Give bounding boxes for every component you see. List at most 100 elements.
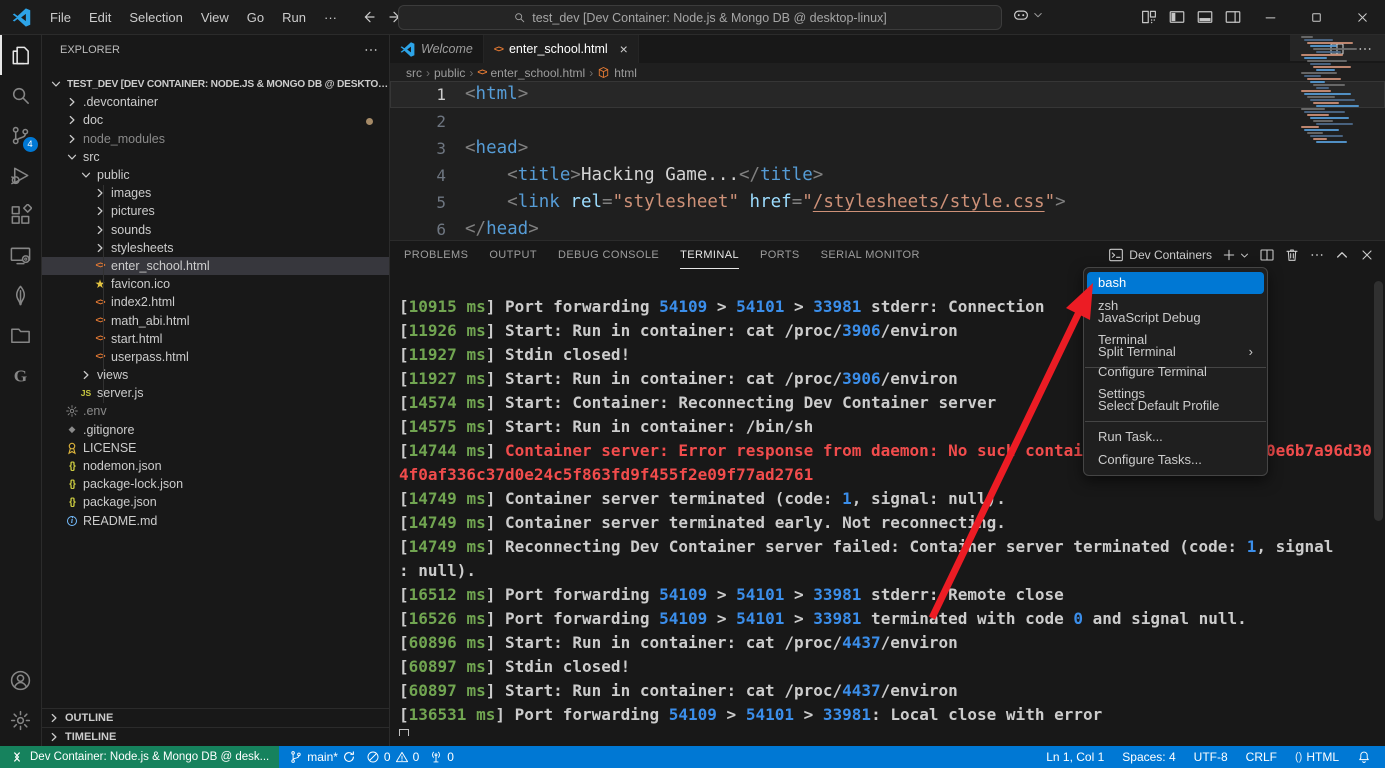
terminal-line: [14749 ms] Reconnecting Dev Container se… (399, 535, 1375, 559)
breadcrumb-html[interactable]: html (597, 66, 637, 80)
tree-item-gitignore[interactable]: ◆.gitignore (42, 421, 389, 439)
breadcrumb-enter-school-html[interactable]: <>enter_school.html (477, 66, 585, 80)
toggle-sidebar-icon[interactable] (1168, 8, 1186, 26)
split-terminal-icon[interactable] (1259, 247, 1275, 263)
ports-indicator[interactable]: 0 (429, 750, 454, 764)
activity-search[interactable] (0, 75, 42, 115)
tree-item-pictures[interactable]: pictures (42, 202, 389, 220)
tree-item-server-js[interactable]: JSserver.js (42, 384, 389, 402)
tree-item-sounds[interactable]: sounds (42, 221, 389, 239)
tree-item-devcontainer[interactable]: .devcontainer (42, 93, 389, 111)
tree-item-math-abi-html[interactable]: <>math_abi.html (42, 311, 389, 329)
plus-icon (1221, 247, 1237, 263)
activity-mongodb[interactable] (0, 275, 42, 315)
tree-item-nodemon-json[interactable]: {}nodemon.json (42, 457, 389, 475)
activity-explorer[interactable] (0, 35, 42, 75)
tree-item-index2-html[interactable]: <>index2.html (42, 293, 389, 311)
tree-item-root[interactable]: TEST_DEV [DEV CONTAINER: NODE.JS & MONGO… (42, 75, 389, 93)
panel-more-icon[interactable] (1309, 247, 1325, 263)
dropdown-item-configure-terminal-settings[interactable]: Configure Terminal Settings (1087, 372, 1264, 394)
encoding[interactable]: UTF-8 (1194, 750, 1228, 764)
terminal-icon (1108, 247, 1124, 263)
toggle-secondary-sidebar-icon[interactable] (1224, 8, 1242, 26)
tree-item-userpass-html[interactable]: <>userpass.html (42, 348, 389, 366)
section-outline[interactable]: OUTLINE (42, 708, 389, 727)
kill-terminal-icon[interactable] (1284, 247, 1300, 263)
bell-icon[interactable] (1357, 750, 1371, 764)
close-tab-icon[interactable]: × (620, 42, 628, 56)
maximize-button[interactable] (1293, 0, 1339, 34)
tree-item-doc[interactable]: doc (42, 111, 389, 129)
tree-item-start-html[interactable]: <>start.html (42, 330, 389, 348)
toggle-panel-icon[interactable] (1196, 8, 1214, 26)
menu-view[interactable]: View (192, 6, 238, 29)
tree-item-license[interactable]: LICENSE (42, 439, 389, 457)
dropdown-item-javascript-debug-terminal[interactable]: JavaScript Debug Terminal (1087, 318, 1264, 340)
activity-settings[interactable] (0, 700, 42, 740)
tree-item-stylesheets[interactable]: stylesheets (42, 239, 389, 257)
tab-welcome[interactable]: Welcome (390, 35, 484, 63)
breadcrumb-separator: › (426, 66, 430, 80)
menu-edit[interactable]: Edit (80, 6, 120, 29)
breadcrumb-public[interactable]: public (434, 66, 465, 80)
terminal-profile[interactable]: Dev Containers (1108, 247, 1212, 263)
tree-item-package-lock-json[interactable]: {}package-lock.json (42, 475, 389, 493)
tree-item-src[interactable]: src (42, 148, 389, 166)
activity-source-control[interactable]: 4 (0, 115, 42, 155)
dropdown-item-run-task[interactable]: Run Task... (1087, 426, 1264, 448)
customize-layout-icon[interactable] (1140, 8, 1158, 26)
tree-item-package-json[interactable]: {}package.json (42, 493, 389, 511)
menu-selection[interactable]: Selection (120, 6, 191, 29)
panel-tab-serial-monitor[interactable]: SERIAL MONITOR (821, 241, 920, 269)
branch-indicator[interactable]: main* (289, 750, 356, 764)
problems-indicator[interactable]: 0 0 (366, 750, 419, 764)
panel-tab-output[interactable]: OUTPUT (489, 241, 537, 269)
new-terminal-button[interactable] (1221, 247, 1250, 263)
breadcrumb-src[interactable]: src (406, 66, 422, 80)
dropdown-item-bash[interactable]: bash (1087, 272, 1264, 294)
tab-enter-school-html[interactable]: <>enter_school.html× (484, 35, 639, 63)
menu-go[interactable]: Go (238, 6, 273, 29)
activity-project-folder[interactable] (0, 315, 42, 355)
tree-item-enter-school-html[interactable]: <>enter_school.html (42, 257, 389, 275)
section-timeline[interactable]: TIMELINE (42, 727, 389, 746)
activity-accounts[interactable] (0, 660, 42, 700)
tree-item-images[interactable]: images (42, 184, 389, 202)
tree-item-public[interactable]: public (42, 166, 389, 184)
maximize-panel-icon[interactable] (1334, 247, 1350, 263)
activity-remote-explorer[interactable] (0, 235, 42, 275)
minimap[interactable] (1301, 36, 1359, 154)
explorer-more-icon[interactable] (363, 42, 379, 58)
command-center-search[interactable]: test_dev [Dev Container: Node.js & Mongo… (398, 5, 1002, 30)
panel-tab-ports[interactable]: PORTS (760, 241, 800, 269)
panel-tab-debug-console[interactable]: DEBUG CONSOLE (558, 241, 659, 269)
close-panel-icon[interactable] (1359, 247, 1375, 263)
code-line-1: 1<html> (390, 81, 1385, 108)
remote-indicator[interactable]: Dev Container: Node.js & Mongo DB @ desk… (0, 746, 279, 768)
panel-tab-problems[interactable]: PROBLEMS (404, 241, 468, 269)
indentation[interactable]: Spaces: 4 (1122, 750, 1175, 764)
activity-extensions[interactable] (0, 195, 42, 235)
code-editor[interactable]: 1<html>23<head>4 <title>Hacking Game...<… (390, 81, 1385, 240)
tree-item-node-modules[interactable]: node_modules (42, 130, 389, 148)
copilot-button[interactable] (1012, 6, 1044, 24)
back-icon[interactable] (360, 9, 376, 25)
tree-item-favicon-ico[interactable]: ★favicon.ico (42, 275, 389, 293)
menu-run[interactable]: Run (273, 6, 315, 29)
language-mode[interactable]: () HTML (1295, 750, 1339, 764)
dropdown-item-configure-tasks[interactable]: Configure Tasks... (1087, 449, 1264, 471)
minimize-button[interactable] (1247, 0, 1293, 34)
tree-item-readme-md[interactable]: iREADME.md (42, 512, 389, 530)
tree-item-env[interactable]: .env (42, 402, 389, 420)
menu-file[interactable]: File (41, 6, 80, 29)
eol[interactable]: CRLF (1246, 750, 1277, 764)
menu-more[interactable]: ··· (315, 6, 346, 29)
terminal-scrollbar[interactable] (1374, 281, 1383, 521)
activity-gitlens[interactable]: G (0, 355, 42, 395)
activity-run-debug[interactable] (0, 155, 42, 195)
cursor-position[interactable]: Ln 1, Col 1 (1046, 750, 1104, 764)
close-button[interactable] (1339, 0, 1385, 34)
tree-item-views[interactable]: views (42, 366, 389, 384)
panel-tab-terminal[interactable]: TERMINAL (680, 241, 739, 269)
search-text: test_dev [Dev Container: Node.js & Mongo… (532, 11, 887, 25)
